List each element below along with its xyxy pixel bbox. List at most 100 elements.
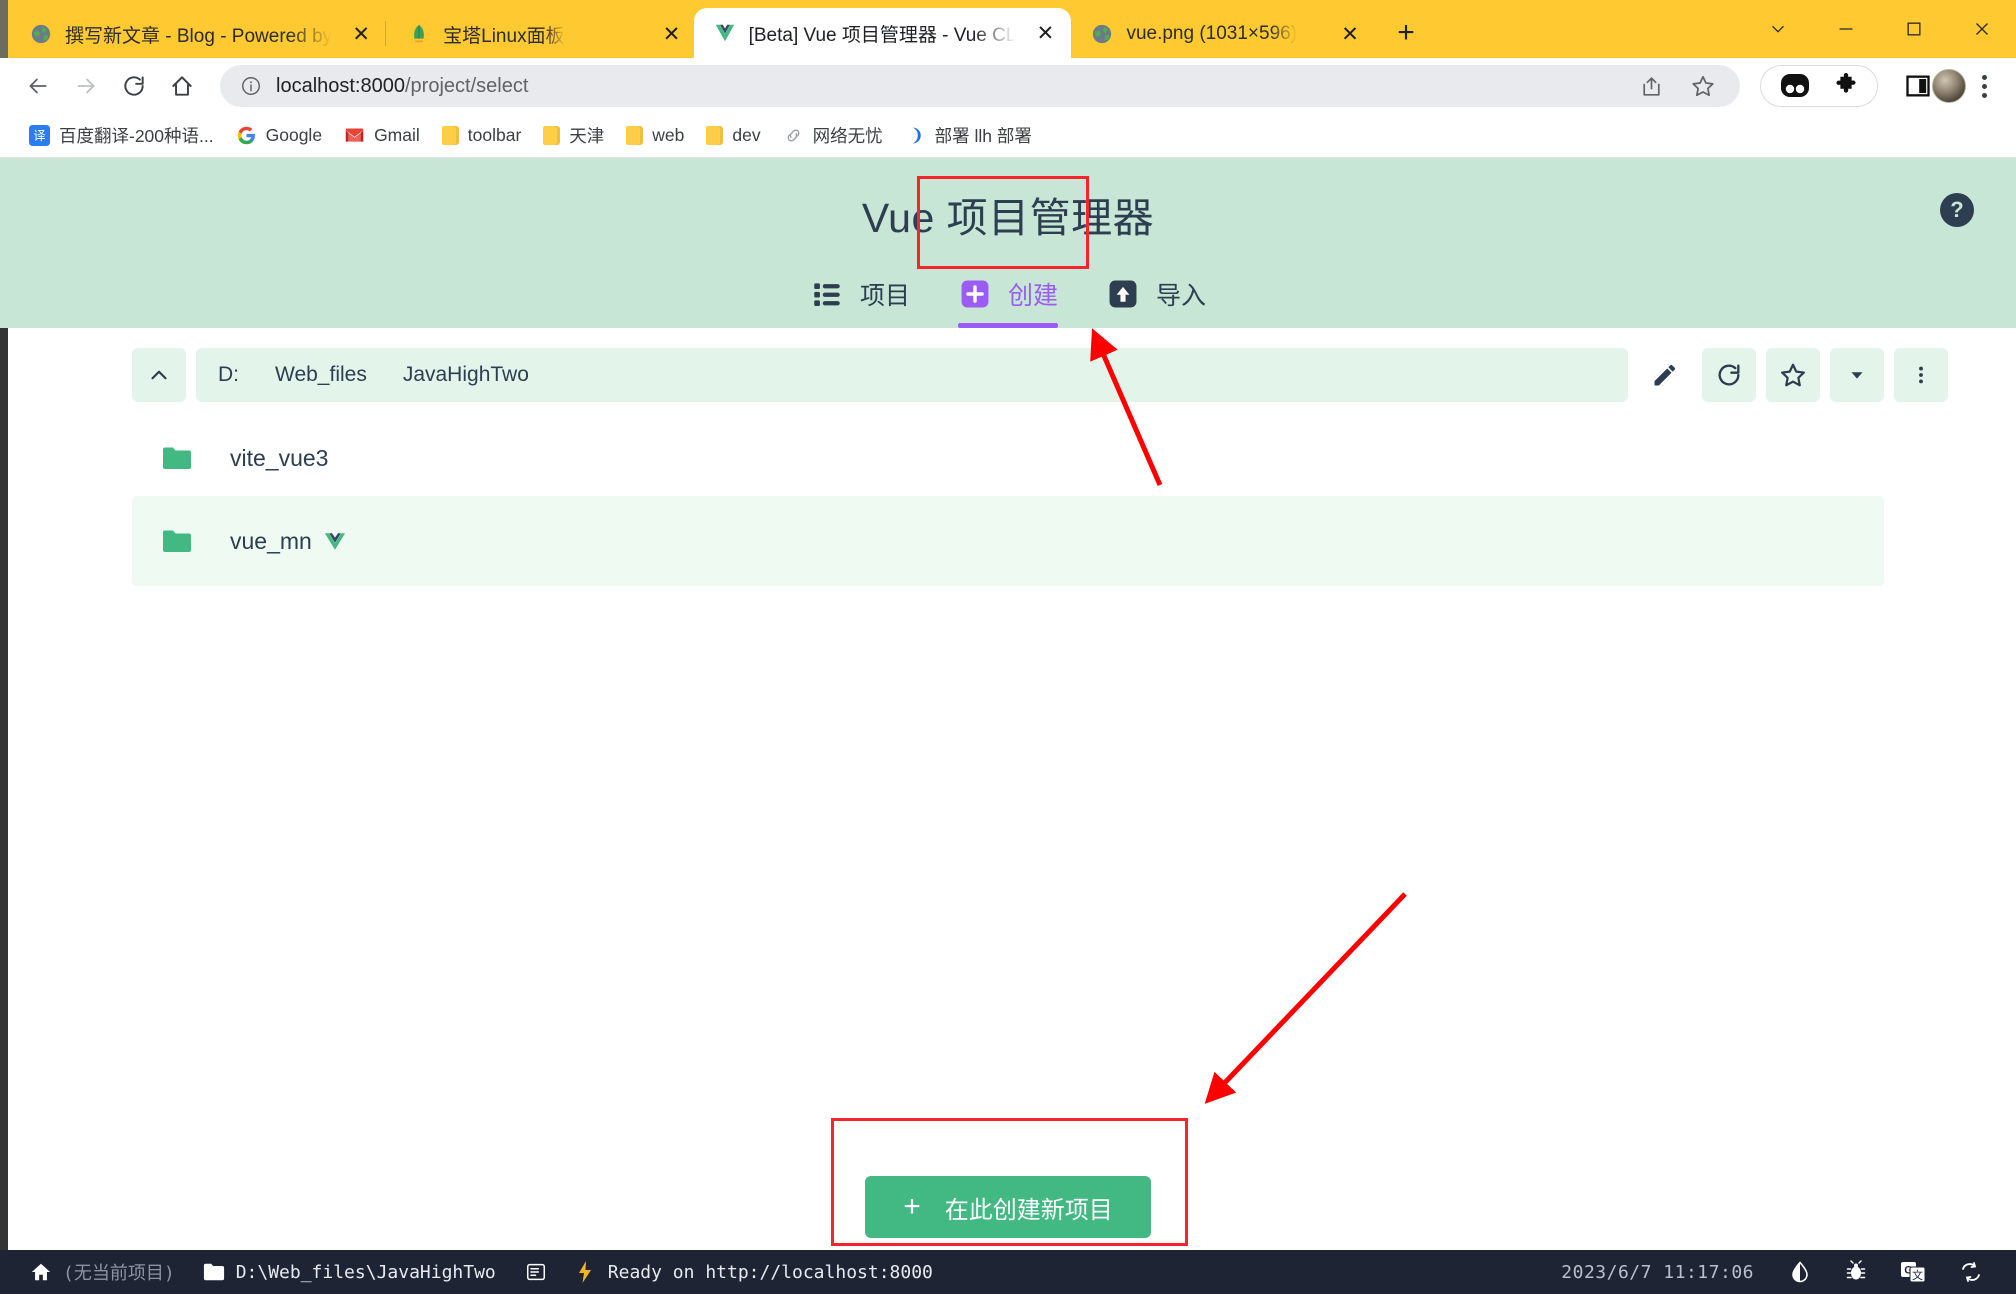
home-button[interactable] bbox=[158, 62, 206, 110]
home-icon bbox=[172, 76, 192, 96]
terminal-icon bbox=[526, 1263, 545, 1281]
profile-avatar[interactable] bbox=[1932, 69, 1966, 103]
folder-name: vite_vue3 bbox=[230, 445, 328, 472]
reload-button[interactable] bbox=[110, 62, 158, 110]
create-new-project-button[interactable]: + 在此创建新项目 bbox=[865, 1176, 1151, 1238]
tab-projects[interactable]: 项目 bbox=[786, 262, 934, 328]
bookmark-gmail[interactable]: Gmail bbox=[333, 120, 431, 151]
folder-name-text: vue_mn bbox=[230, 527, 312, 554]
folder-list: vite_vue3 vue_mn bbox=[0, 402, 2016, 586]
help-icon[interactable]: ? bbox=[1940, 193, 1974, 227]
info-circle-icon[interactable] bbox=[240, 75, 262, 97]
status-path[interactable]: D:\Web_files\JavaHighTwo bbox=[189, 1262, 510, 1283]
share-icon[interactable] bbox=[1639, 74, 1664, 99]
tab-title: 撰写新文章 - Blog - Powered by bbox=[65, 25, 333, 47]
app-header: Vue 项目管理器 ? 项目 创建 导入 bbox=[0, 158, 2016, 328]
tab-close-icon[interactable]: ✕ bbox=[345, 18, 377, 50]
bookmark-label: Gmail bbox=[374, 125, 420, 145]
folder-icon bbox=[543, 126, 561, 145]
bookmark-tianjin-folder[interactable]: 天津 bbox=[532, 118, 615, 153]
breadcrumb: D: Web_files JavaHighTwo bbox=[196, 348, 1628, 402]
minimize-button[interactable] bbox=[1812, 0, 1880, 58]
bookmark-wangluowuyou[interactable]: 网络无忧 bbox=[772, 118, 894, 153]
plus-icon: + bbox=[903, 1190, 921, 1223]
new-tab-button[interactable]: + bbox=[1384, 11, 1428, 55]
star-icon bbox=[1781, 363, 1805, 387]
sync-icon[interactable] bbox=[1942, 1260, 2000, 1284]
bookmark-label: web bbox=[652, 125, 685, 145]
browser-menu-kebab-icon[interactable] bbox=[1966, 74, 2002, 98]
tab-search-chevron-icon[interactable] bbox=[1744, 0, 1812, 58]
more-options-button[interactable] bbox=[1894, 348, 1948, 402]
favorite-button[interactable] bbox=[1766, 348, 1820, 402]
browser-tab-2[interactable]: 宝塔Linux面板 ✕ bbox=[388, 10, 693, 58]
tab-title: 宝塔Linux面板 bbox=[443, 25, 565, 47]
omnibox-actions bbox=[1639, 73, 1720, 99]
bookmark-dev-folder[interactable]: dev bbox=[695, 120, 771, 151]
status-project-label: (无当前项目) bbox=[63, 1263, 175, 1284]
folder-icon bbox=[706, 126, 724, 145]
gmail-icon bbox=[345, 128, 364, 142]
maximize-button[interactable] bbox=[1880, 0, 1948, 58]
tab-close-icon[interactable]: ✕ bbox=[1029, 17, 1061, 49]
desktop-edge-strip bbox=[0, 0, 8, 58]
path-bar: D: Web_files JavaHighTwo bbox=[0, 328, 2016, 402]
extension-pill bbox=[1760, 65, 1878, 107]
bookmark-baidu-translate[interactable]: 译 百度翻译-200种语... bbox=[18, 118, 225, 153]
bug-report-icon[interactable] bbox=[1828, 1260, 1884, 1284]
status-terminal[interactable] bbox=[510, 1261, 562, 1283]
bookmark-google[interactable]: Google bbox=[225, 120, 333, 151]
address-bar[interactable]: localhost:8000/project/select bbox=[220, 65, 1740, 107]
side-panel-icon[interactable] bbox=[1904, 72, 1932, 100]
favorites-dropdown-button[interactable] bbox=[1830, 348, 1884, 402]
status-current-project[interactable]: (无当前项目) bbox=[16, 1259, 189, 1285]
address-bar-url: localhost:8000/project/select bbox=[276, 75, 528, 98]
bookmark-label: Google bbox=[265, 125, 323, 145]
folder-icon bbox=[163, 530, 191, 552]
bookmark-buzhu[interactable]: 部署 llh 部署 bbox=[894, 118, 1043, 153]
globe-icon bbox=[1093, 24, 1112, 44]
vue-ui-app: Vue 项目管理器 ? 项目 创建 导入 D: Web_files JavaHi… bbox=[0, 158, 2016, 1250]
translate-icon[interactable]: G 文 bbox=[1884, 1260, 1942, 1284]
svg-text:文: 文 bbox=[1912, 1268, 1923, 1282]
status-ready-text: Ready on http://localhost:8000 bbox=[607, 1261, 933, 1283]
app-tab-bar: 项目 创建 导入 bbox=[786, 262, 1230, 328]
browser-tab-1[interactable]: 撰写新文章 - Blog - Powered by ✕ bbox=[10, 10, 383, 58]
svg-text:译: 译 bbox=[33, 129, 45, 143]
breadcrumb-item-webfiles[interactable]: Web_files bbox=[259, 353, 383, 397]
refresh-icon bbox=[124, 76, 144, 96]
theme-toggle-icon[interactable] bbox=[1772, 1260, 1828, 1284]
folder-icon bbox=[163, 447, 191, 469]
bookmark-toolbar-folder[interactable]: toolbar bbox=[431, 120, 533, 151]
window-controls bbox=[1744, 0, 2016, 58]
edit-path-button[interactable] bbox=[1638, 348, 1692, 402]
tab-close-icon[interactable]: ✕ bbox=[656, 18, 688, 50]
back-button[interactable] bbox=[14, 62, 62, 110]
chevron-up-icon bbox=[151, 370, 167, 380]
bookmark-star-icon[interactable] bbox=[1690, 73, 1716, 99]
browser-tab-4[interactable]: vue.png (1031×596) ✕ bbox=[1071, 10, 1372, 58]
refresh-button[interactable] bbox=[1702, 348, 1756, 402]
bookmark-label: 网络无忧 bbox=[812, 126, 883, 146]
arrow-left-icon bbox=[29, 78, 47, 94]
list-item[interactable]: vue_mn bbox=[132, 496, 1884, 586]
close-window-button[interactable] bbox=[1948, 0, 2016, 58]
pencil-icon bbox=[1654, 364, 1676, 386]
forward-button[interactable] bbox=[62, 62, 110, 110]
list-item[interactable]: vite_vue3 bbox=[132, 420, 1884, 496]
bookmark-web-folder[interactable]: web bbox=[615, 120, 695, 151]
parent-folder-button[interactable] bbox=[132, 348, 186, 402]
extensions-puzzle-icon[interactable] bbox=[1833, 73, 1859, 99]
google-icon bbox=[237, 126, 255, 145]
tab-import[interactable]: 导入 bbox=[1082, 262, 1230, 328]
import-icon bbox=[1109, 280, 1137, 308]
tab-strip: 撰写新文章 - Blog - Powered by ✕ 宝塔Linux面板 ✕ … bbox=[0, 0, 2016, 58]
breadcrumb-item-javahightwo[interactable]: JavaHighTwo bbox=[387, 353, 545, 397]
browser-tab-3-active[interactable]: [Beta] Vue 项目管理器 - Vue CL ✕ bbox=[693, 8, 1072, 58]
refresh-sync-icon bbox=[1962, 1262, 1980, 1282]
tab-close-icon[interactable]: ✕ bbox=[1334, 18, 1366, 50]
dualsafe-extension-icon[interactable] bbox=[1779, 73, 1811, 99]
tab-create[interactable]: 创建 bbox=[934, 262, 1082, 328]
breadcrumb-item-drive[interactable]: D: bbox=[202, 353, 255, 397]
globe-icon bbox=[31, 24, 51, 44]
